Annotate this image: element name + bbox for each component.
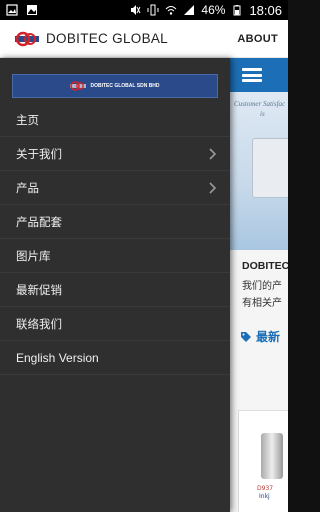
hamburger-menu-icon[interactable] bbox=[242, 68, 262, 82]
drawer-item-label: 产品 bbox=[16, 180, 39, 195]
battery-icon bbox=[233, 5, 241, 16]
about-button[interactable]: ABOUT bbox=[237, 33, 278, 45]
drawer-item-home[interactable]: 主页 bbox=[0, 103, 230, 137]
drawer-item-products[interactable]: 产品 bbox=[0, 171, 230, 205]
product-name: Inkj bbox=[259, 493, 270, 500]
drawer-item-label: English Version bbox=[16, 350, 99, 365]
vibrate-icon bbox=[147, 4, 159, 16]
product-card[interactable]: D937 Inkj bbox=[238, 410, 288, 512]
promo-label: 最新 bbox=[256, 330, 281, 344]
picture-notification-icon bbox=[6, 4, 18, 16]
dobitec-logo-icon bbox=[15, 31, 39, 46]
company-description-line-2: 有相关产 bbox=[242, 298, 282, 309]
tag-icon bbox=[241, 331, 251, 342]
drawer-item-latest-promotions[interactable]: 最新促销 bbox=[0, 273, 230, 307]
drawer-item-label: 图片库 bbox=[16, 248, 51, 263]
banner-text: Customer Satisfac bbox=[234, 100, 286, 108]
hero-banner: Customer Satisfac is bbox=[230, 92, 288, 250]
drawer-item-about-us[interactable]: 关于我们 bbox=[0, 137, 230, 171]
status-bar: 46% 18:06 bbox=[0, 0, 288, 20]
image-notification-icon bbox=[27, 5, 37, 15]
navigation-drawer: DOBITEC GLOBAL SDN BHD 主页关于我们产品产品配套图片库最新… bbox=[0, 58, 230, 512]
clock: 18:06 bbox=[249, 2, 282, 18]
product-image bbox=[261, 433, 283, 479]
chevron-right-icon bbox=[209, 181, 216, 194]
mute-icon bbox=[131, 5, 141, 15]
drawer-item-label: 产品配套 bbox=[16, 214, 62, 229]
drawer-logo-text: DOBITEC GLOBAL SDN BHD bbox=[90, 83, 160, 89]
signal-icon bbox=[184, 5, 195, 15]
latest-promo-link[interactable]: 最新 bbox=[230, 328, 288, 345]
drawer-item-product-accessories[interactable]: 产品配套 bbox=[0, 205, 230, 239]
drawer-item-english-version[interactable]: English Version bbox=[0, 341, 230, 375]
drawer-item-label: 主页 bbox=[16, 112, 39, 127]
wifi-icon bbox=[166, 6, 177, 15]
drawer-item-label: 联络我们 bbox=[16, 316, 62, 331]
drawer-item-gallery[interactable]: 图片库 bbox=[0, 239, 230, 273]
drawer-item-label: 关于我们 bbox=[16, 146, 62, 161]
main-content: Customer Satisfac is DOBITEC 我们的产 有相关产 最… bbox=[230, 58, 288, 512]
company-description-line-1: 我们的产 bbox=[242, 281, 282, 292]
product-code: D937 bbox=[257, 485, 274, 492]
drawer-menu: 主页关于我们产品产品配套图片库最新促销联络我们 English Version bbox=[0, 103, 230, 375]
content-nav-bar bbox=[230, 58, 288, 92]
drawer-item-contact-us[interactable]: 联络我们 bbox=[0, 307, 230, 341]
drawer-item-label: 最新促销 bbox=[16, 282, 62, 297]
printer-image bbox=[252, 138, 288, 198]
app-title: DOBITEC GLOBAL bbox=[46, 31, 168, 46]
dobitec-logo-icon bbox=[70, 81, 87, 91]
app-bar: DOBITEC GLOBAL ABOUT bbox=[0, 20, 288, 58]
drawer-logo-banner: DOBITEC GLOBAL SDN BHD bbox=[12, 74, 218, 98]
company-title: DOBITEC bbox=[242, 260, 288, 272]
battery-percent: 46% bbox=[201, 3, 226, 17]
chevron-right-icon bbox=[209, 147, 216, 160]
banner-text-2: is bbox=[260, 110, 265, 118]
